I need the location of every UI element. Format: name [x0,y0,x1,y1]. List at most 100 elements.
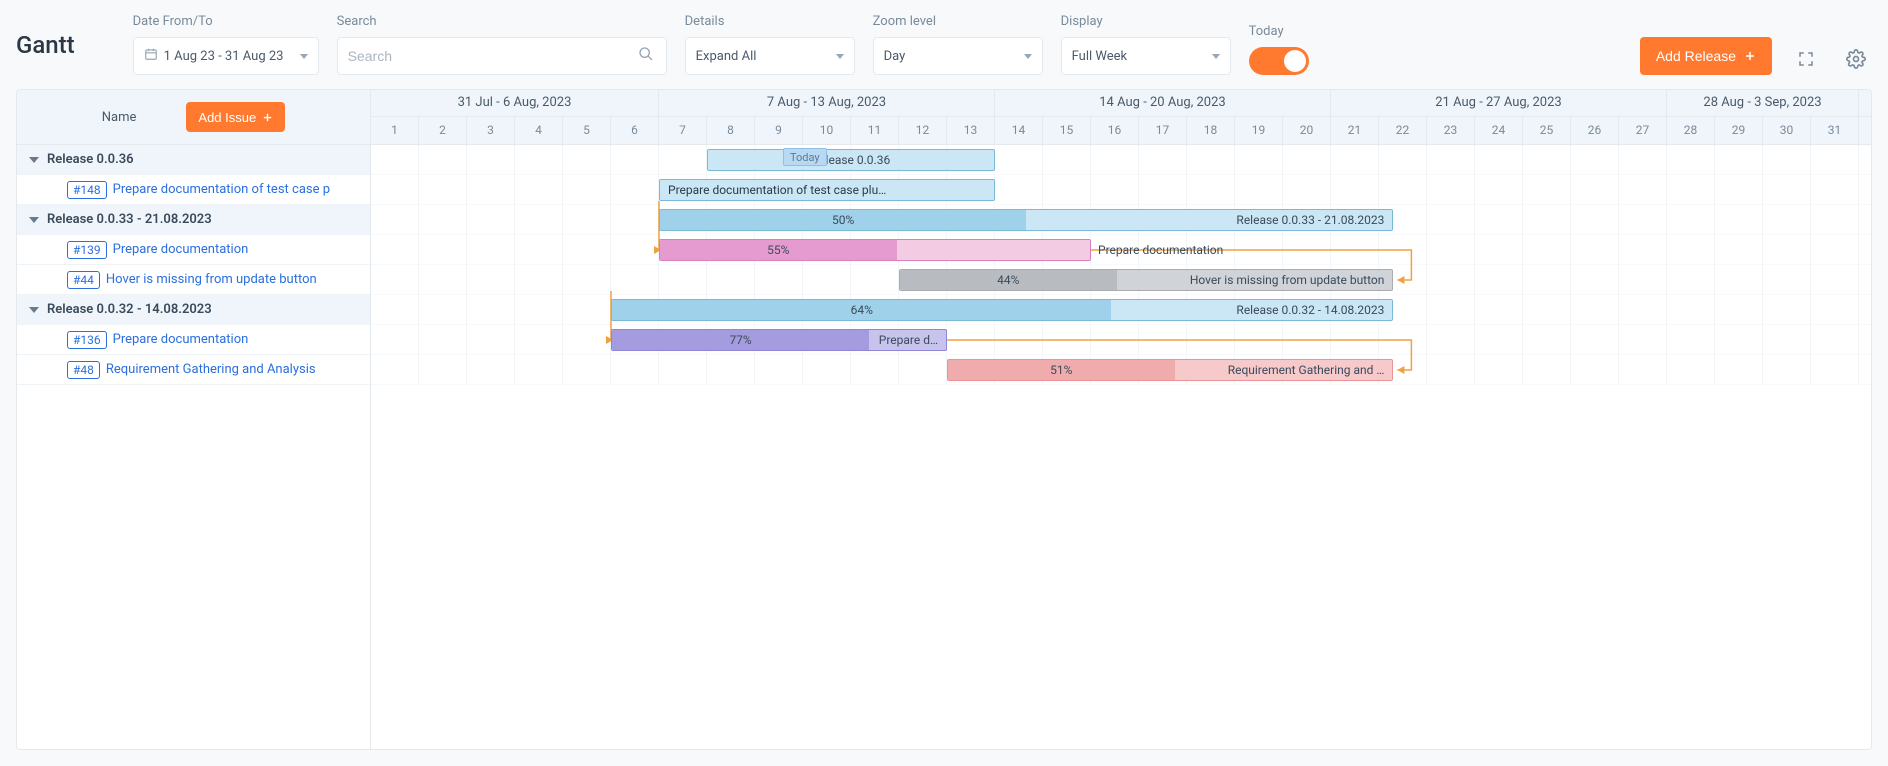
progress-label: 51% [948,363,1175,377]
today-toggle[interactable] [1249,47,1309,75]
collapse-icon[interactable] [29,157,39,163]
week-header: 14 Aug - 20 Aug, 2023 [995,90,1331,116]
chevron-down-icon [836,54,844,59]
day-header: 24 [1475,117,1523,144]
day-header: 10 [803,117,851,144]
issue-tag[interactable]: #44 [67,271,100,289]
gear-icon [1846,49,1866,69]
tree-label: Prepare documentation [113,242,249,257]
task-tree-panel: Name Add Issue Release 0.0.36 #148 Prepare… [17,90,371,749]
bar-label: Release 0.0.32 - 14.08.2023 [1236,303,1392,317]
chart-body[interactable]: Release 0.0.36Today Prepare documentation… [371,145,1871,385]
bar-label: Release 0.0.36 [708,153,994,167]
fullscreen-icon [1797,50,1815,68]
progress-label: 55% [660,243,897,257]
display-label: Display [1061,14,1231,29]
issue-tag[interactable]: #136 [67,331,107,349]
timeline-panel[interactable]: 31 Jul - 6 Aug, 20237 Aug - 13 Aug, 2023… [371,90,1871,749]
details-select[interactable]: Expand All [685,37,855,75]
search-icon[interactable] [638,46,654,66]
day-header: 4 [515,117,563,144]
display-select[interactable]: Full Week [1061,37,1231,75]
day-header: 21 [1331,117,1379,144]
week-header: 31 Jul - 6 Aug, 2023 [371,90,659,116]
search-field-wrap [337,37,667,75]
progress-label: 64% [612,303,1111,317]
day-header: 15 [1043,117,1091,144]
day-header: 12 [899,117,947,144]
day-header: 30 [1763,117,1811,144]
day-header: 16 [1091,117,1139,144]
issue-tag[interactable]: #48 [67,361,100,379]
zoom-label: Zoom level [873,14,1043,29]
collapse-icon[interactable] [29,217,39,223]
fullscreen-button[interactable] [1790,43,1822,75]
zoom-select[interactable]: Day [873,37,1043,75]
day-header: 18 [1187,117,1235,144]
chevron-down-icon [1024,54,1032,59]
day-header: 9 [755,117,803,144]
tree-item-row[interactable]: #136 Prepare documentation [17,325,370,355]
tree-item-row[interactable]: #148 Prepare documentation of test case p [17,175,370,205]
add-release-button[interactable]: Add Release [1640,37,1772,75]
tree-group-row[interactable]: Release 0.0.33 - 21.08.2023 [17,205,370,235]
chevron-down-icon [300,54,308,59]
tree-label: Requirement Gathering and Analysis [106,362,316,377]
bar-label: Prepare documentation of test case plu… [668,183,886,197]
bar-label: Prepare documentation [1098,243,1223,257]
day-header: 20 [1283,117,1331,144]
add-issue-button[interactable]: Add Issue [186,102,285,132]
date-range-picker[interactable]: 1 Aug 23 - 31 Aug 23 [133,37,319,75]
gantt-bar[interactable]: 50%Release 0.0.33 - 21.08.2023 [659,209,1393,231]
gantt-bar[interactable]: Prepare documentation of test case plu… [659,179,995,201]
tree-group-row[interactable]: Release 0.0.32 - 14.08.2023 [17,295,370,325]
gantt-bar[interactable]: 64% Release 0.0.32 - 14.08.2023 [611,299,1393,321]
page-title: Gantt [16,31,75,59]
search-input[interactable] [348,48,656,64]
chart-row: 44%Hover is missing from update button [371,265,1871,295]
day-header: 11 [851,117,899,144]
search-label: Search [337,14,667,29]
chart-row: 64% Release 0.0.32 - 14.08.2023 [371,295,1871,325]
day-header: 17 [1139,117,1187,144]
bar-label: Prepare d… [879,333,946,347]
gantt-bar[interactable]: Release 0.0.36 [707,149,995,171]
gantt-bar[interactable]: 77%Prepare d… [611,329,947,351]
tree-item-row[interactable]: #139 Prepare documentation [17,235,370,265]
toolbar: Gantt Date From/To 1 Aug 23 - 31 Aug 23 … [0,0,1888,89]
tree-header: Name Add Issue [17,90,370,145]
gantt-bar[interactable]: 51%Requirement Gathering and … [947,359,1393,381]
plus-icon [1744,50,1756,62]
day-header: 25 [1523,117,1571,144]
date-label: Date From/To [133,14,319,29]
issue-tag[interactable]: #139 [67,241,107,259]
bar-label: Hover is missing from update button [1190,273,1393,287]
gantt-bar[interactable]: 55%Prepare documentation [659,239,1091,261]
day-header: 2 [419,117,467,144]
tree-item-row[interactable]: #44Hover is missing from update button [17,265,370,295]
week-header: 7 Aug - 13 Aug, 2023 [659,90,995,116]
collapse-icon[interactable] [29,307,39,313]
tree-label: Release 0.0.33 - 21.08.2023 [47,212,212,227]
tree-label: Prepare documentation of test case p [113,182,330,197]
chart-row: Release 0.0.36Today [371,145,1871,175]
week-header: 28 Aug - 3 Sep, 2023 [1667,90,1859,116]
today-marker: Today [783,148,827,166]
day-header: 7 [659,117,707,144]
tree-label: Prepare documentation [113,332,249,347]
chart-row: 50%Release 0.0.33 - 21.08.2023 [371,205,1871,235]
chart-row: 55% Prepare documentation [371,235,1871,265]
tree-label: Release 0.0.36 [47,152,134,167]
issue-tag[interactable]: #148 [67,181,107,199]
day-header: 6 [611,117,659,144]
gantt-bar[interactable]: 44%Hover is missing from update button [899,269,1393,291]
day-header: 28 [1667,117,1715,144]
settings-button[interactable] [1840,43,1872,75]
gantt-container: Name Add Issue Release 0.0.36 #148 Prepare… [16,89,1872,750]
date-value: 1 Aug 23 - 31 Aug 23 [164,49,284,64]
calendar-icon [144,47,158,65]
week-header: 21 Aug - 27 Aug, 2023 [1331,90,1667,116]
tree-group-row[interactable]: Release 0.0.36 [17,145,370,175]
day-header: 27 [1619,117,1667,144]
tree-item-row[interactable]: #48 Requirement Gathering and Analysis [17,355,370,385]
